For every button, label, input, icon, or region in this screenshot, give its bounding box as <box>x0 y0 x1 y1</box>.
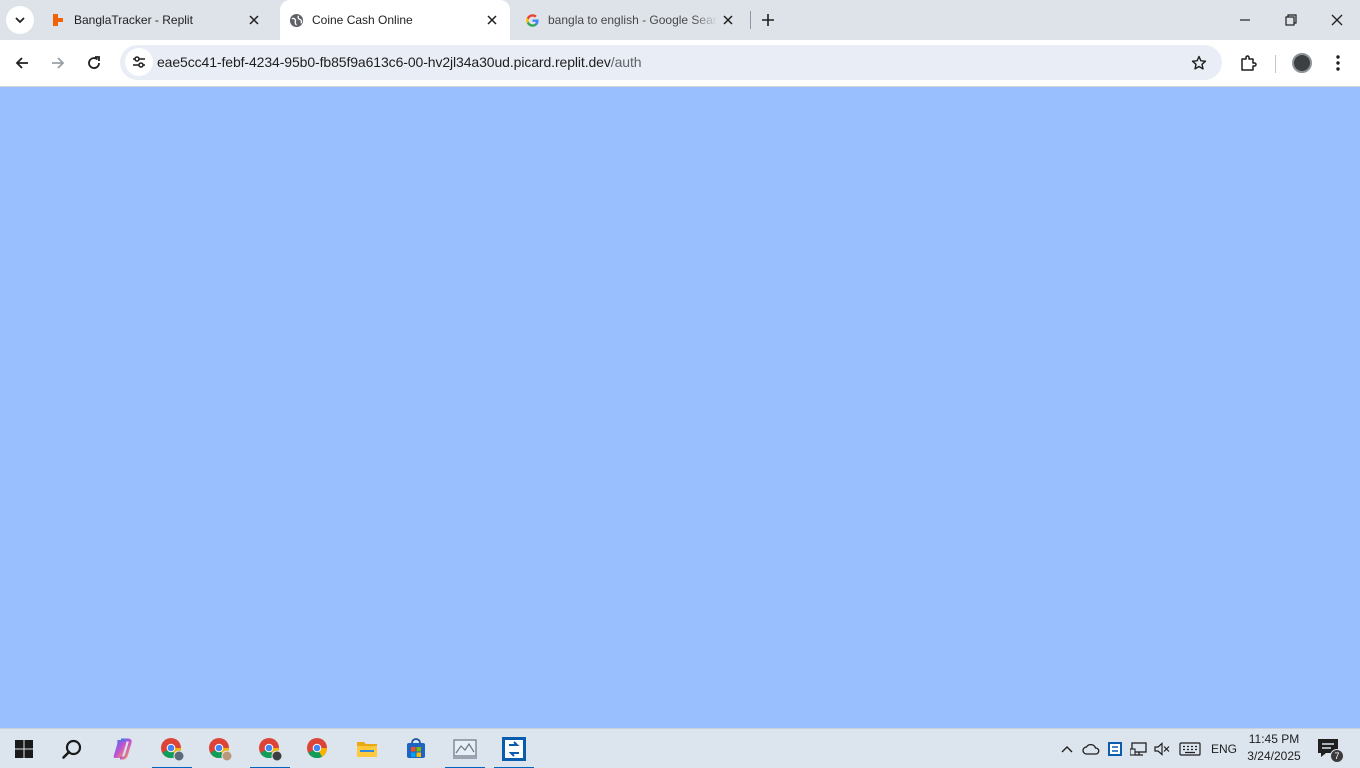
clock-time: 11:45 PM <box>1248 732 1300 746</box>
profile-avatar[interactable] <box>1292 53 1312 73</box>
remote-desktop-button[interactable] <box>492 729 536 768</box>
copilot-icon <box>113 738 132 760</box>
tab-search-button[interactable] <box>6 6 34 34</box>
sync-tray-button[interactable] <box>1104 729 1126 768</box>
plus-icon <box>762 14 774 26</box>
reload-button[interactable] <box>79 48 109 78</box>
globe-icon <box>288 12 304 28</box>
chrome-icon <box>209 738 233 762</box>
microsoft-store-icon <box>407 738 425 758</box>
close-window-button[interactable] <box>1314 0 1360 40</box>
chrome-profile-taskbar-button-2[interactable] <box>248 729 292 768</box>
file-explorer-button[interactable] <box>345 729 389 768</box>
tab-title: BanglaTracker - Replit <box>74 13 193 27</box>
close-tab-icon[interactable] <box>718 10 738 30</box>
browser-toolbar: eae5cc41-febf-4234-95b0-fb85f9a613c6-00-… <box>0 40 1360 87</box>
chrome-taskbar-button[interactable] <box>198 729 242 768</box>
onedrive-tray-button[interactable] <box>1080 729 1102 768</box>
google-icon <box>524 12 540 28</box>
search-icon <box>62 739 82 759</box>
notification-center-button[interactable]: 7 <box>1316 737 1344 763</box>
site-info-button[interactable] <box>125 48 153 76</box>
chrome-profile-icon <box>161 738 185 762</box>
tab-divider <box>750 11 751 29</box>
arrow-left-icon <box>15 57 28 69</box>
remote-app-icon <box>1108 742 1122 756</box>
tab-coine-cash-online[interactable]: Coine Cash Online <box>280 0 510 40</box>
windows-start-icon <box>15 740 33 758</box>
restore-button[interactable] <box>1268 0 1314 40</box>
url-text[interactable]: eae5cc41-febf-4234-95b0-fb85f9a613c6-00-… <box>157 54 642 70</box>
search-button[interactable] <box>50 729 94 768</box>
clock-date: 3/24/2025 <box>1247 749 1301 763</box>
network-tray-button[interactable] <box>1128 729 1150 768</box>
bookmark-star-icon[interactable] <box>1188 52 1210 74</box>
chrome-profile-taskbar-button[interactable] <box>150 729 194 768</box>
microsoft-store-button[interactable] <box>394 729 438 768</box>
close-tab-icon[interactable] <box>482 10 502 30</box>
taskbar-clock[interactable]: 11:45 PM 3/24/2025 <box>1240 731 1308 767</box>
tab-banglatracker[interactable]: BanglaTracker - Replit <box>42 0 272 40</box>
file-explorer-icon <box>357 742 377 757</box>
volume-muted-icon <box>1154 742 1170 756</box>
url-host: eae5cc41-febf-4234-95b0-fb85f9a613c6-00-… <box>157 54 611 70</box>
close-icon <box>1331 14 1343 26</box>
chevron-down-icon <box>15 17 25 24</box>
keyboard-icon <box>1179 742 1201 756</box>
app-icon <box>453 739 477 759</box>
copilot-button[interactable] <box>100 729 144 768</box>
new-tab-button[interactable] <box>756 8 780 32</box>
chevron-up-icon <box>1061 746 1073 753</box>
chrome-profile-icon <box>259 738 283 762</box>
back-button[interactable] <box>7 48 37 78</box>
puzzle-icon <box>1241 55 1257 71</box>
page-content[interactable] <box>0 87 1360 728</box>
windows-taskbar: ENG 11:45 PM 3/24/2025 7 <box>0 728 1360 768</box>
start-button[interactable] <box>2 729 46 768</box>
tab-google-search[interactable]: bangla to english - Google Search <box>516 0 746 40</box>
volume-tray-button[interactable] <box>1151 729 1173 768</box>
reload-icon <box>88 56 100 69</box>
minimize-icon <box>1240 19 1250 21</box>
minimize-button[interactable] <box>1222 0 1268 40</box>
forward-button[interactable] <box>43 48 73 78</box>
extensions-button[interactable] <box>1233 48 1263 78</box>
app-taskbar-button[interactable] <box>443 729 487 768</box>
touch-keyboard-button[interactable] <box>1176 729 1204 768</box>
tab-title: Coine Cash Online <box>312 13 413 27</box>
more-vertical-icon <box>1336 55 1340 71</box>
tune-icon <box>133 56 145 68</box>
chrome-taskbar-button-2[interactable] <box>296 729 340 768</box>
remote-desktop-icon <box>502 737 526 761</box>
tab-strip: BanglaTracker - Replit Coine Cash Online… <box>0 0 1360 40</box>
replit-icon <box>50 12 66 28</box>
chrome-icon <box>307 738 328 759</box>
restore-icon <box>1285 14 1297 26</box>
tab-title: bangla to english - Google Search <box>548 13 718 27</box>
network-icon <box>1130 742 1147 756</box>
show-hidden-icons-button[interactable] <box>1056 729 1078 768</box>
close-tab-icon[interactable] <box>244 10 264 30</box>
language-indicator[interactable]: ENG <box>1206 729 1242 768</box>
chrome-menu-button[interactable] <box>1323 48 1353 78</box>
url-path: /auth <box>610 54 642 70</box>
address-bar[interactable]: eae5cc41-febf-4234-95b0-fb85f9a613c6-00-… <box>120 45 1222 80</box>
arrow-right-icon <box>52 57 65 69</box>
notification-count-badge: 7 <box>1330 749 1344 763</box>
toolbar-divider <box>1275 55 1276 73</box>
cloud-icon <box>1082 743 1100 755</box>
